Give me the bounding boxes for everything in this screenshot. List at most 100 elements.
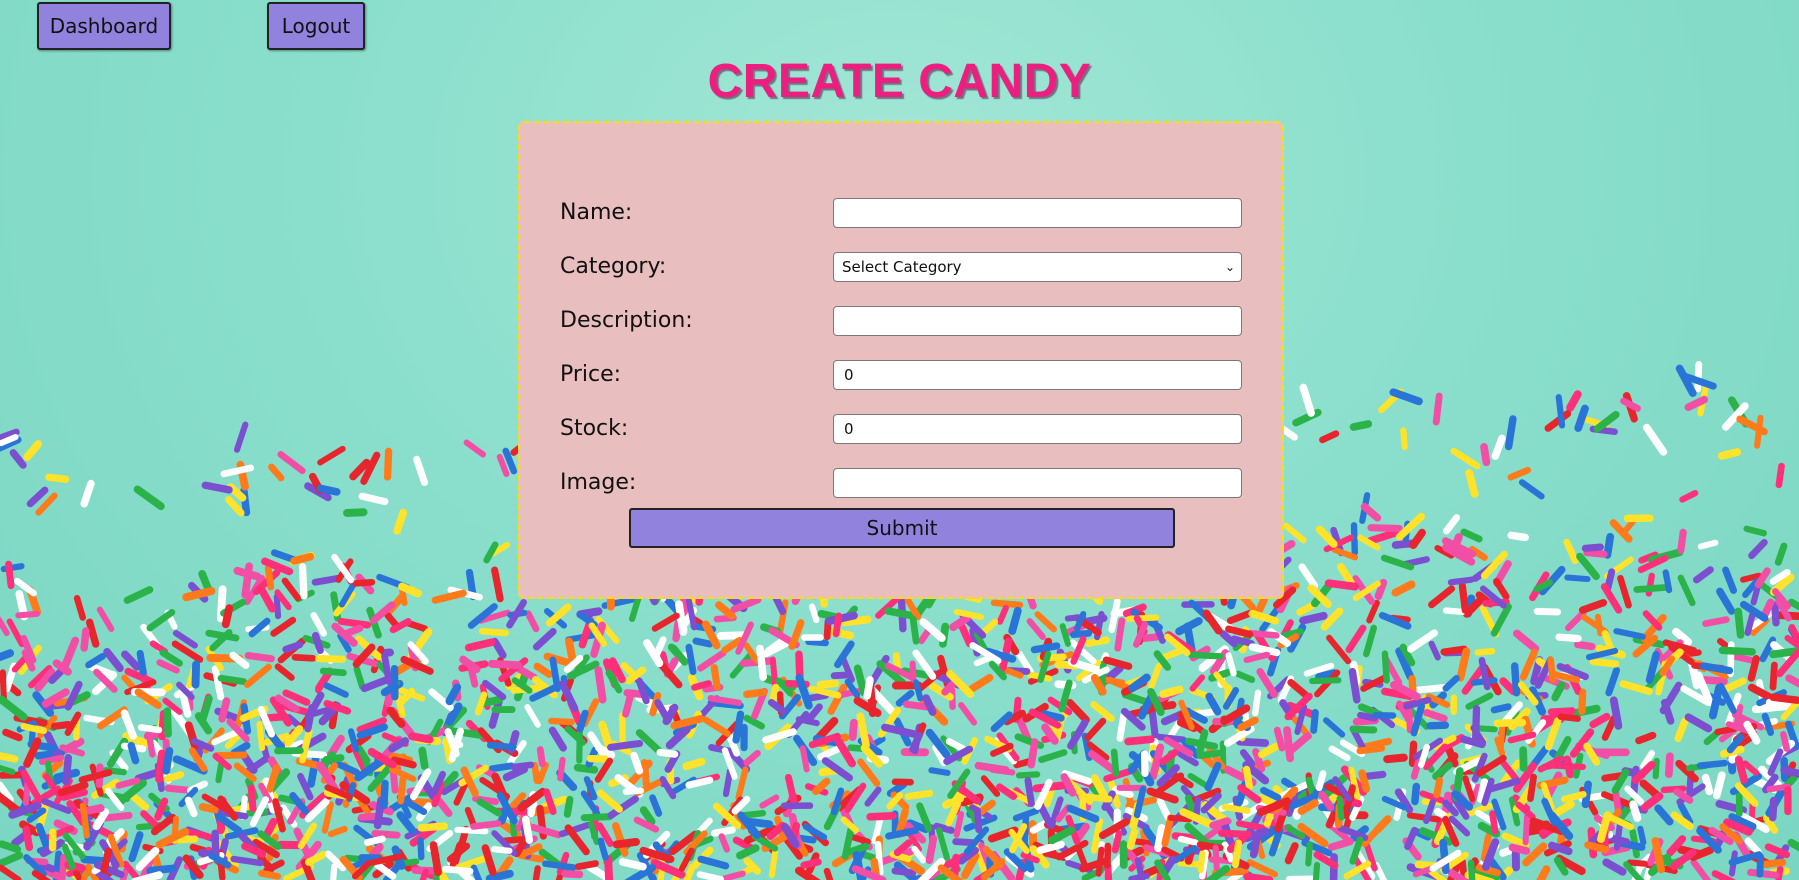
sprinkle	[1491, 434, 1506, 460]
sprinkle	[563, 795, 574, 818]
sprinkle	[1774, 542, 1788, 566]
sprinkle	[904, 789, 934, 800]
sprinkle	[1161, 814, 1175, 847]
sprinkle	[548, 726, 567, 752]
sprinkle	[1124, 735, 1155, 746]
logout-button[interactable]: Logout	[267, 2, 365, 50]
sprinkle	[1557, 713, 1581, 722]
sprinkle	[840, 816, 860, 834]
sprinkle	[1142, 864, 1164, 878]
sprinkle	[1116, 711, 1128, 742]
sprinkle	[1553, 800, 1575, 817]
sprinkle	[573, 763, 599, 774]
sprinkle	[1585, 647, 1619, 661]
sprinkle	[163, 771, 185, 783]
sprinkle	[1551, 762, 1587, 770]
dashboard-button[interactable]: Dashboard	[37, 2, 171, 50]
sprinkle	[1383, 753, 1408, 764]
image-input[interactable]	[833, 468, 1242, 498]
sprinkle	[277, 451, 306, 475]
sprinkle	[1246, 859, 1279, 878]
sprinkle	[100, 847, 113, 874]
sprinkle	[0, 762, 16, 775]
sprinkle	[1507, 466, 1532, 481]
sprinkle	[1048, 826, 1075, 845]
sprinkle	[1609, 696, 1623, 730]
sprinkle	[1780, 766, 1799, 778]
sprinkle	[179, 691, 192, 718]
sprinkle	[672, 618, 682, 643]
name-input[interactable]	[833, 198, 1242, 228]
sprinkle	[1574, 404, 1589, 432]
sprinkle	[1243, 872, 1274, 880]
sprinkle	[1548, 841, 1573, 856]
sprinkle	[1743, 525, 1767, 537]
sprinkle	[1775, 462, 1785, 489]
sprinkle	[79, 802, 91, 839]
description-input[interactable]	[833, 306, 1242, 336]
sprinkle	[1742, 760, 1760, 776]
sprinkle	[1716, 587, 1736, 615]
sprinkle	[15, 610, 41, 619]
sprinkle	[1555, 633, 1582, 643]
sprinkle	[134, 768, 161, 783]
sprinkle	[594, 757, 614, 783]
sprinkle	[533, 662, 553, 678]
sprinkle	[0, 851, 24, 871]
sprinkle	[1511, 662, 1521, 697]
sprinkle	[240, 486, 251, 517]
sprinkle	[1409, 528, 1426, 549]
stock-input[interactable]	[833, 414, 1242, 444]
sprinkle	[155, 749, 166, 784]
sprinkle	[319, 667, 347, 677]
sprinkle	[1212, 844, 1220, 871]
sprinkle	[1679, 489, 1699, 503]
sprinkle	[136, 649, 147, 676]
category-select[interactable]: Select Category	[833, 252, 1242, 282]
sprinkle	[1008, 606, 1022, 635]
sprinkle	[164, 784, 193, 794]
sprinkle	[1299, 611, 1328, 625]
sprinkle	[823, 867, 836, 880]
sprinkle	[532, 628, 557, 651]
sprinkle	[1578, 688, 1587, 715]
sprinkle	[510, 761, 535, 771]
sprinkle	[5, 560, 15, 590]
sprinkle	[127, 741, 140, 765]
sprinkle	[1605, 666, 1621, 697]
sprinkle	[721, 870, 746, 880]
sprinkle	[371, 829, 401, 839]
sprinkle	[474, 691, 488, 716]
sprinkle	[211, 665, 225, 701]
sprinkle	[1110, 748, 1120, 777]
sprinkle	[0, 695, 28, 721]
sprinkle	[1298, 563, 1319, 590]
sprinkle	[1217, 829, 1252, 838]
price-input[interactable]	[833, 360, 1242, 390]
sprinkle	[557, 756, 566, 782]
sprinkle	[1066, 804, 1100, 823]
sprinkle	[487, 659, 522, 670]
sprinkle	[1684, 713, 1713, 733]
sprinkle	[1652, 757, 1660, 780]
sprinkle	[576, 709, 589, 733]
sprinkle	[524, 610, 540, 633]
submit-button[interactable]: Submit	[629, 508, 1175, 548]
sprinkle	[145, 729, 156, 758]
sprinkle	[1617, 574, 1632, 609]
sprinkle	[1574, 640, 1596, 651]
sprinkle	[360, 676, 389, 693]
sprinkle	[26, 486, 49, 508]
sprinkle	[191, 660, 201, 689]
sprinkle	[1465, 469, 1479, 498]
sprinkle	[1604, 568, 1616, 592]
sprinkle	[213, 751, 248, 760]
sprinkle	[229, 651, 250, 669]
sprinkle	[990, 599, 1024, 609]
sprinkle	[1196, 729, 1209, 755]
sprinkle	[1345, 624, 1367, 654]
sprinkle	[1565, 609, 1587, 632]
sprinkle	[337, 617, 372, 629]
sprinkle	[1084, 636, 1111, 647]
sprinkle	[0, 864, 22, 880]
